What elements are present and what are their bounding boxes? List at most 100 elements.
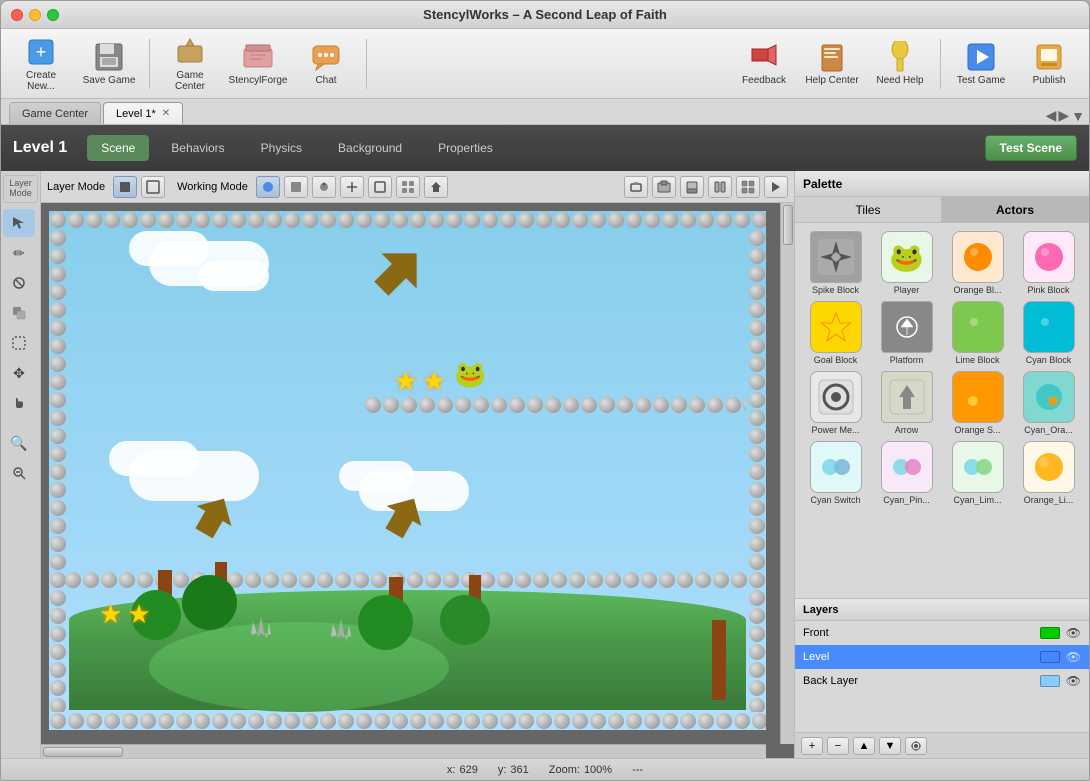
orange-s-label: Orange S... [954,425,1000,435]
canvas-btn-2[interactable] [652,176,676,198]
working-mode-btn-7[interactable] [424,176,448,198]
layer-item-level[interactable]: Level 👁 [795,645,1089,669]
layer-mode-btn-1[interactable] [113,176,137,198]
zoom-in-button[interactable]: 🔍 [3,429,35,457]
maximize-button[interactable] [47,9,59,21]
stencylforge-button[interactable]: StencylForge [226,34,290,94]
toolbar-sep-1 [149,39,150,89]
scene-tab-physics[interactable]: Physics [247,135,316,161]
layers-settings-button[interactable] [905,737,927,755]
select-tool-button[interactable] [3,209,35,237]
scene-tab-properties[interactable]: Properties [424,135,507,161]
palette-item-lime-block[interactable]: Lime Block [945,301,1010,365]
palette-item-orange-block[interactable]: Orange Bl... [945,231,1010,295]
palette-item-cyan-lim[interactable]: Cyan_Lim... [945,441,1010,505]
cyan-block-thumb [1023,301,1075,353]
tab-prev-button[interactable]: ◀ [1046,107,1057,124]
test-game-label: Test Game [957,75,1005,86]
working-mode-btn-5[interactable] [368,176,392,198]
palette-item-arrow[interactable]: Arrow [874,371,939,435]
palette-item-goal-block[interactable]: Goal Block [803,301,868,365]
mid-platform-balls [364,396,746,416]
canvas-btn-1[interactable] [624,176,648,198]
create-new-button[interactable]: + Create New... [9,34,73,94]
layer-item-back[interactable]: Back Layer 👁 [795,669,1089,693]
publish-icon [1033,41,1065,73]
layers-add-button[interactable]: + [801,737,823,755]
tab-next-button[interactable]: ▶ [1058,107,1069,124]
palette-item-platform[interactable]: Platform [874,301,939,365]
test-scene-button[interactable]: Test Scene [985,135,1077,161]
tab-level-1-close[interactable]: ✕ [162,108,170,119]
v-scroll-thumb[interactable] [783,205,793,245]
scene-tab-background[interactable]: Background [324,135,416,161]
palette-item-spike-block[interactable]: Spike Block [803,231,868,295]
need-help-icon [884,41,916,73]
tab-game-center[interactable]: Game Center [9,102,101,124]
palette-tab-tiles[interactable]: Tiles [795,197,942,222]
help-center-button[interactable]: Help Center [800,34,864,94]
h-scroll-thumb[interactable] [43,747,123,757]
working-mode-btn-2[interactable] [284,176,308,198]
palette-item-cyan-block[interactable]: Cyan Block [1016,301,1081,365]
power-me-label: Power Me... [811,425,859,435]
scene-tab-behaviors[interactable]: Behaviors [157,135,238,161]
save-game-button[interactable]: Save Game [77,34,141,94]
layer-mode-btn-2[interactable] [141,176,165,198]
palette-item-power-me[interactable]: Power Me... [803,371,868,435]
horizontal-scrollbar[interactable] [41,744,766,758]
tab-menu-button[interactable]: ▼ [1071,108,1085,124]
cyan-ora-label: Cyan_Ora... [1024,425,1073,435]
eraser-tool-button[interactable] [3,269,35,297]
publish-button[interactable]: Publish [1017,34,1081,94]
move-tool-button[interactable]: ✥ [3,359,35,387]
need-help-button[interactable]: Need Help [868,34,932,94]
canvas-btn-4[interactable] [708,176,732,198]
palette-item-pink-block[interactable]: Pink Block [1016,231,1081,295]
working-mode-btn-3[interactable] [312,176,336,198]
feedback-button[interactable]: Feedback [732,34,796,94]
cloud-1c [199,261,269,291]
scene-title: Level 1 [13,139,67,157]
working-mode-btn-6[interactable] [396,176,420,198]
canvas-scroll-area[interactable]: // Will be generated by JS below [41,203,794,758]
tab-level-1[interactable]: Level 1* ✕ [103,102,183,124]
working-mode-btn-1[interactable] [256,176,280,198]
palette-item-orange-li[interactable]: Orange_Li... [1016,441,1081,505]
pencil-tool-button[interactable]: ✏ [3,239,35,267]
canvas-btn-play[interactable] [764,176,788,198]
palette-item-player[interactable]: 🐸 Player [874,231,939,295]
hand-tool-button[interactable] [3,389,35,417]
layers-remove-button[interactable]: − [827,737,849,755]
layers-down-button[interactable]: ▼ [879,737,901,755]
palette-item-cyan-pin[interactable]: Cyan_Pin... [874,441,939,505]
canvas-btn-3[interactable] [680,176,704,198]
zoom-out-button[interactable] [3,459,35,487]
tab-level-1-label: Level 1* [116,108,156,120]
layers-up-button[interactable]: ▲ [853,737,875,755]
scene-tool-button[interactable] [3,329,35,357]
palette-item-orange-s[interactable]: Orange S... [945,371,1010,435]
chat-button[interactable]: Chat [294,34,358,94]
layer-back-eye[interactable]: 👁 [1066,674,1081,688]
cyan-switch-label: Cyan Switch [810,495,860,505]
layer-item-front[interactable]: Front 👁 [795,621,1089,645]
layer-front-eye[interactable]: 👁 [1066,626,1081,640]
palette-tab-actors[interactable]: Actors [942,197,1089,222]
fill-tool-button[interactable] [3,299,35,327]
minimize-button[interactable] [29,9,41,21]
scene-tab-scene[interactable]: Scene [87,135,149,161]
layer-level-eye[interactable]: 👁 [1066,650,1081,664]
working-mode-btn-4[interactable] [340,176,364,198]
lime-block-thumb [952,301,1004,353]
close-button[interactable] [11,9,23,21]
platform-label: Platform [890,355,924,365]
game-canvas[interactable]: // Will be generated by JS below [49,211,766,730]
canvas-btn-5[interactable] [736,176,760,198]
game-center-button[interactable]: Game Center [158,34,222,94]
test-game-button[interactable]: Test Game [949,34,1013,94]
vertical-scrollbar[interactable] [780,203,794,744]
palette-item-cyan-switch[interactable]: Cyan Switch [803,441,868,505]
layer-mode-bar-label: Layer Mode [47,181,105,193]
palette-item-cyan-ora[interactable]: Cyan_Ora... [1016,371,1081,435]
